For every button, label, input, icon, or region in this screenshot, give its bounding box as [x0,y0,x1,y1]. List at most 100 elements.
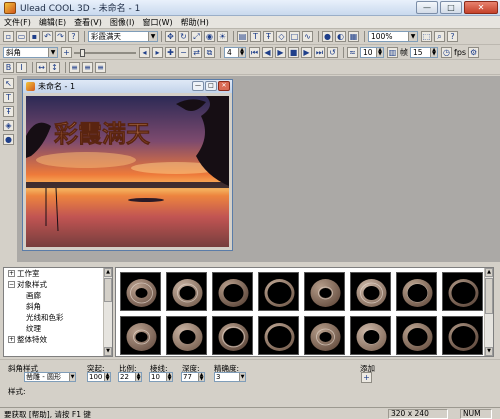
document-title-bar[interactable]: 未命名 - 1 — □ ✕ [23,80,232,93]
current-frame-field[interactable]: 4 ▲ ▼ [224,46,246,58]
bevel-preset-thumb[interactable] [120,316,161,355]
menu-help[interactable]: 帮助(H) [181,17,209,28]
bevel-style-combo[interactable]: 凿雕 - 圆形 ▼ [24,372,76,382]
bevel-preset-thumb[interactable] [212,316,253,355]
help-icon[interactable]: ? [447,31,458,42]
bevel-preset-thumb[interactable] [396,272,437,311]
tree-item[interactable]: 光线和色彩 [4,312,112,323]
italic-icon[interactable]: I [16,61,27,73]
bevel-preset-thumb[interactable] [304,272,345,311]
line-spacing-icon[interactable]: ↕ [49,61,60,73]
slider-thumb[interactable] [80,48,85,57]
bevel-combo[interactable]: 斜角 ▼ [3,46,58,58]
minimize-button[interactable]: — [416,1,438,14]
bevel-preset-thumb[interactable] [212,272,253,311]
doc-maximize-button[interactable]: □ [205,81,217,91]
new-file-icon[interactable]: ▫ [3,31,14,42]
wireframe-icon[interactable]: ▦ [348,31,359,42]
bevel-preset-thumb[interactable] [166,316,207,355]
expand-icon[interactable]: + [8,270,15,277]
keyframe-next-icon[interactable]: ▸ [152,46,163,58]
menu-edit[interactable]: 编辑(E) [39,17,66,28]
maximize-button[interactable]: □ [440,1,462,14]
stop-icon[interactable]: ■ [288,46,299,58]
expand-icon[interactable]: + [8,336,15,343]
tree-item[interactable]: 斜角 [4,301,112,312]
fit-view-icon[interactable]: ⬚ [421,31,432,42]
scroll-down-icon[interactable]: ▼ [104,347,112,356]
select-tool-icon[interactable]: ↖ [3,78,14,89]
align-left-icon[interactable]: ≡ [69,61,80,73]
keyframe-prev-icon[interactable]: ◂ [139,46,150,58]
align-center-icon[interactable]: ≡ [82,61,93,73]
zoom-combo[interactable]: 100% ▼ [368,31,418,42]
prev-frame-icon[interactable]: ◀ [262,46,273,58]
save-icon[interactable]: ▪ [29,31,40,42]
play-icon[interactable]: ▶ [275,46,286,58]
path-icon[interactable]: ∿ [302,31,313,42]
graphic-tool-icon[interactable]: ◈ [3,120,14,131]
add-keyframe-icon[interactable]: + [61,46,72,58]
light-icon[interactable]: ☀ [217,31,228,42]
next-frame-icon[interactable]: ▶ [301,46,312,58]
text-style-combo[interactable]: 彩霞满天 ▼ [88,31,158,42]
scale-field[interactable]: 22 ▲ ▼ [118,372,142,382]
tree-item[interactable]: + 整体特效 [4,334,112,345]
title-3d-text[interactable]: 彩霞满天 [53,119,151,149]
scroll-thumb[interactable] [485,278,493,314]
bevel-preset-thumb[interactable] [442,316,483,355]
document-window[interactable]: 未命名 - 1 — □ ✕ 彩霞满天 [22,79,233,251]
fps-icon[interactable]: ◷ [441,46,452,58]
insert-text-icon[interactable]: T [250,31,261,42]
last-frame-icon[interactable]: ⏭ [314,46,325,58]
move-object-icon[interactable]: ✥ [165,31,176,42]
scroll-thumb[interactable] [104,278,112,302]
bevel-preset-thumb[interactable] [350,316,391,355]
insert-geometry-icon[interactable]: □ [289,31,300,42]
object-manager-icon[interactable]: ▤ [237,31,248,42]
frame-time-field[interactable]: 10 ▲ ▼ [360,46,384,58]
bevel-preset-thumb[interactable] [166,272,207,311]
menu-window[interactable]: 窗口(W) [142,17,172,28]
bevel-preset-thumb[interactable] [442,272,483,311]
tree-item[interactable]: 纹理 [4,323,112,334]
undo-icon[interactable]: ↶ [42,31,53,42]
copy-key-icon[interactable]: ⧉ [204,46,215,58]
doc-close-button[interactable]: ✕ [218,81,230,91]
total-frames-field[interactable]: 15 ▲ ▼ [410,46,438,58]
menu-file[interactable]: 文件(F) [4,17,31,28]
first-frame-icon[interactable]: ⏮ [249,46,260,58]
scroll-up-icon[interactable]: ▲ [104,268,112,277]
scroll-down-icon[interactable]: ▼ [485,347,493,356]
close-button[interactable]: ✕ [464,1,498,14]
timeline-slider[interactable] [74,47,136,58]
resize-object-icon[interactable]: ⤢ [191,31,202,42]
rotate-object-icon[interactable]: ↻ [178,31,189,42]
bevel-preset-thumb[interactable] [258,272,299,311]
menu-view[interactable]: 查看(V) [74,17,102,28]
tree-item[interactable]: − 对象样式 [4,279,112,290]
bevel-preset-thumb[interactable] [350,272,391,311]
fps-settings-icon[interactable]: ⚙ [468,46,480,58]
tree-item[interactable]: 画廊 [4,290,112,301]
remove-key-icon[interactable]: − [178,46,189,58]
tree-item[interactable]: + 工作室 [4,268,112,279]
protrude-field[interactable]: 100 ▲ ▼ [87,372,111,382]
menu-image[interactable]: 图像(I) [110,17,135,28]
scroll-up-icon[interactable]: ▲ [485,268,493,277]
align-right-icon[interactable]: ≡ [95,61,106,73]
precision-combo[interactable]: 3 ▼ [214,372,246,382]
edit-text-tool-icon[interactable]: Ŧ [3,106,14,117]
add-key-icon[interactable]: ✚ [165,46,176,58]
tree-scrollbar[interactable]: ▲ ▼ [103,268,112,356]
frames-icon[interactable]: ▥ [387,46,398,58]
render-icon[interactable]: ● [322,31,333,42]
help-pointer-icon[interactable]: ? [68,31,79,42]
swap-key-icon[interactable]: ⇄ [191,46,202,58]
edit-text-icon[interactable]: Ŧ [263,31,274,42]
bevel-preset-thumb[interactable] [120,272,161,311]
loop-icon[interactable]: ↺ [327,46,338,58]
text-tool-icon[interactable]: T [3,92,14,103]
gallery-scrollbar[interactable]: ▲ ▼ [484,268,493,356]
speed-icon[interactable]: ≈ [347,46,358,58]
